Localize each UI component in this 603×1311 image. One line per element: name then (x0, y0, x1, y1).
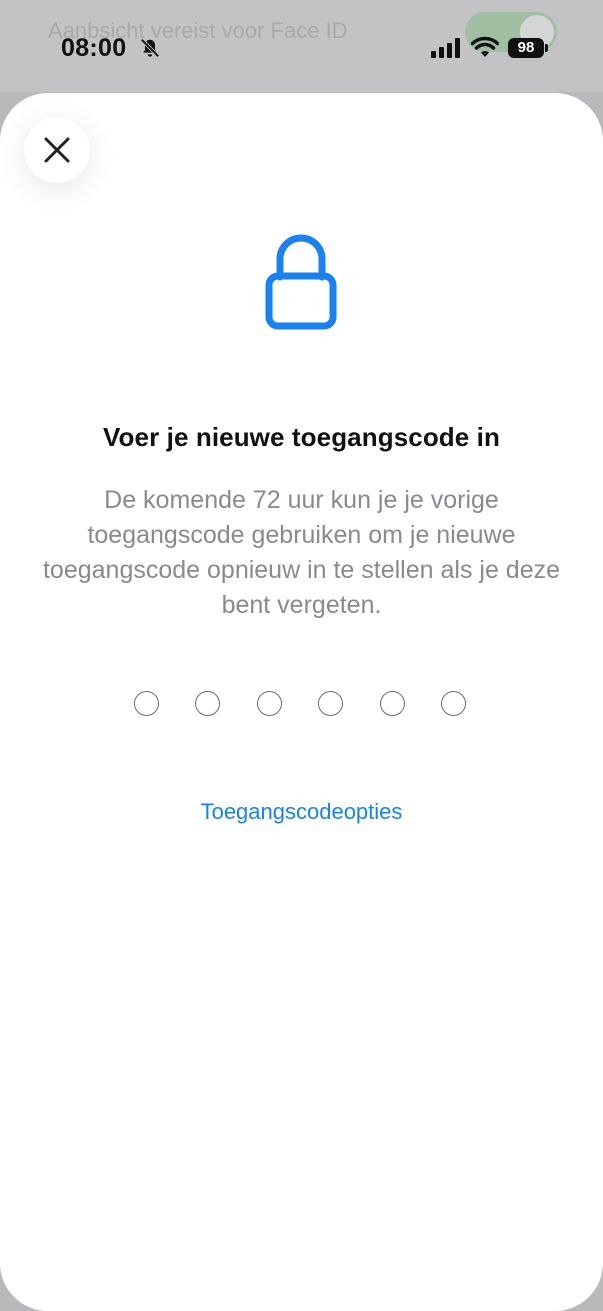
bell-slash-icon (140, 38, 160, 58)
passcode-dot (134, 691, 159, 716)
passcode-dot (380, 691, 405, 716)
cellular-signal-icon (431, 38, 460, 58)
battery-icon: 98 (508, 38, 544, 58)
passcode-dot (441, 691, 466, 716)
close-button[interactable] (24, 117, 90, 183)
status-time: 08:00 (61, 34, 127, 62)
wifi-icon (471, 36, 499, 57)
status-bar: 08:00 98 (0, 0, 603, 92)
passcode-sheet: Voer je nieuwe toegangscode in De komend… (0, 93, 603, 1311)
passcode-dot (195, 691, 220, 716)
passcode-options-link[interactable]: Toegangscodeopties (0, 799, 603, 825)
page-title: Voer je nieuwe toegangscode in (103, 422, 500, 452)
lock-icon (265, 234, 337, 330)
passcode-dot (318, 691, 343, 716)
close-icon (44, 137, 70, 163)
battery-tip (545, 44, 548, 52)
passcode-dots (0, 691, 603, 721)
description-text: De komende 72 uur kun je je vorige toega… (42, 486, 561, 619)
passcode-dot (257, 691, 282, 716)
